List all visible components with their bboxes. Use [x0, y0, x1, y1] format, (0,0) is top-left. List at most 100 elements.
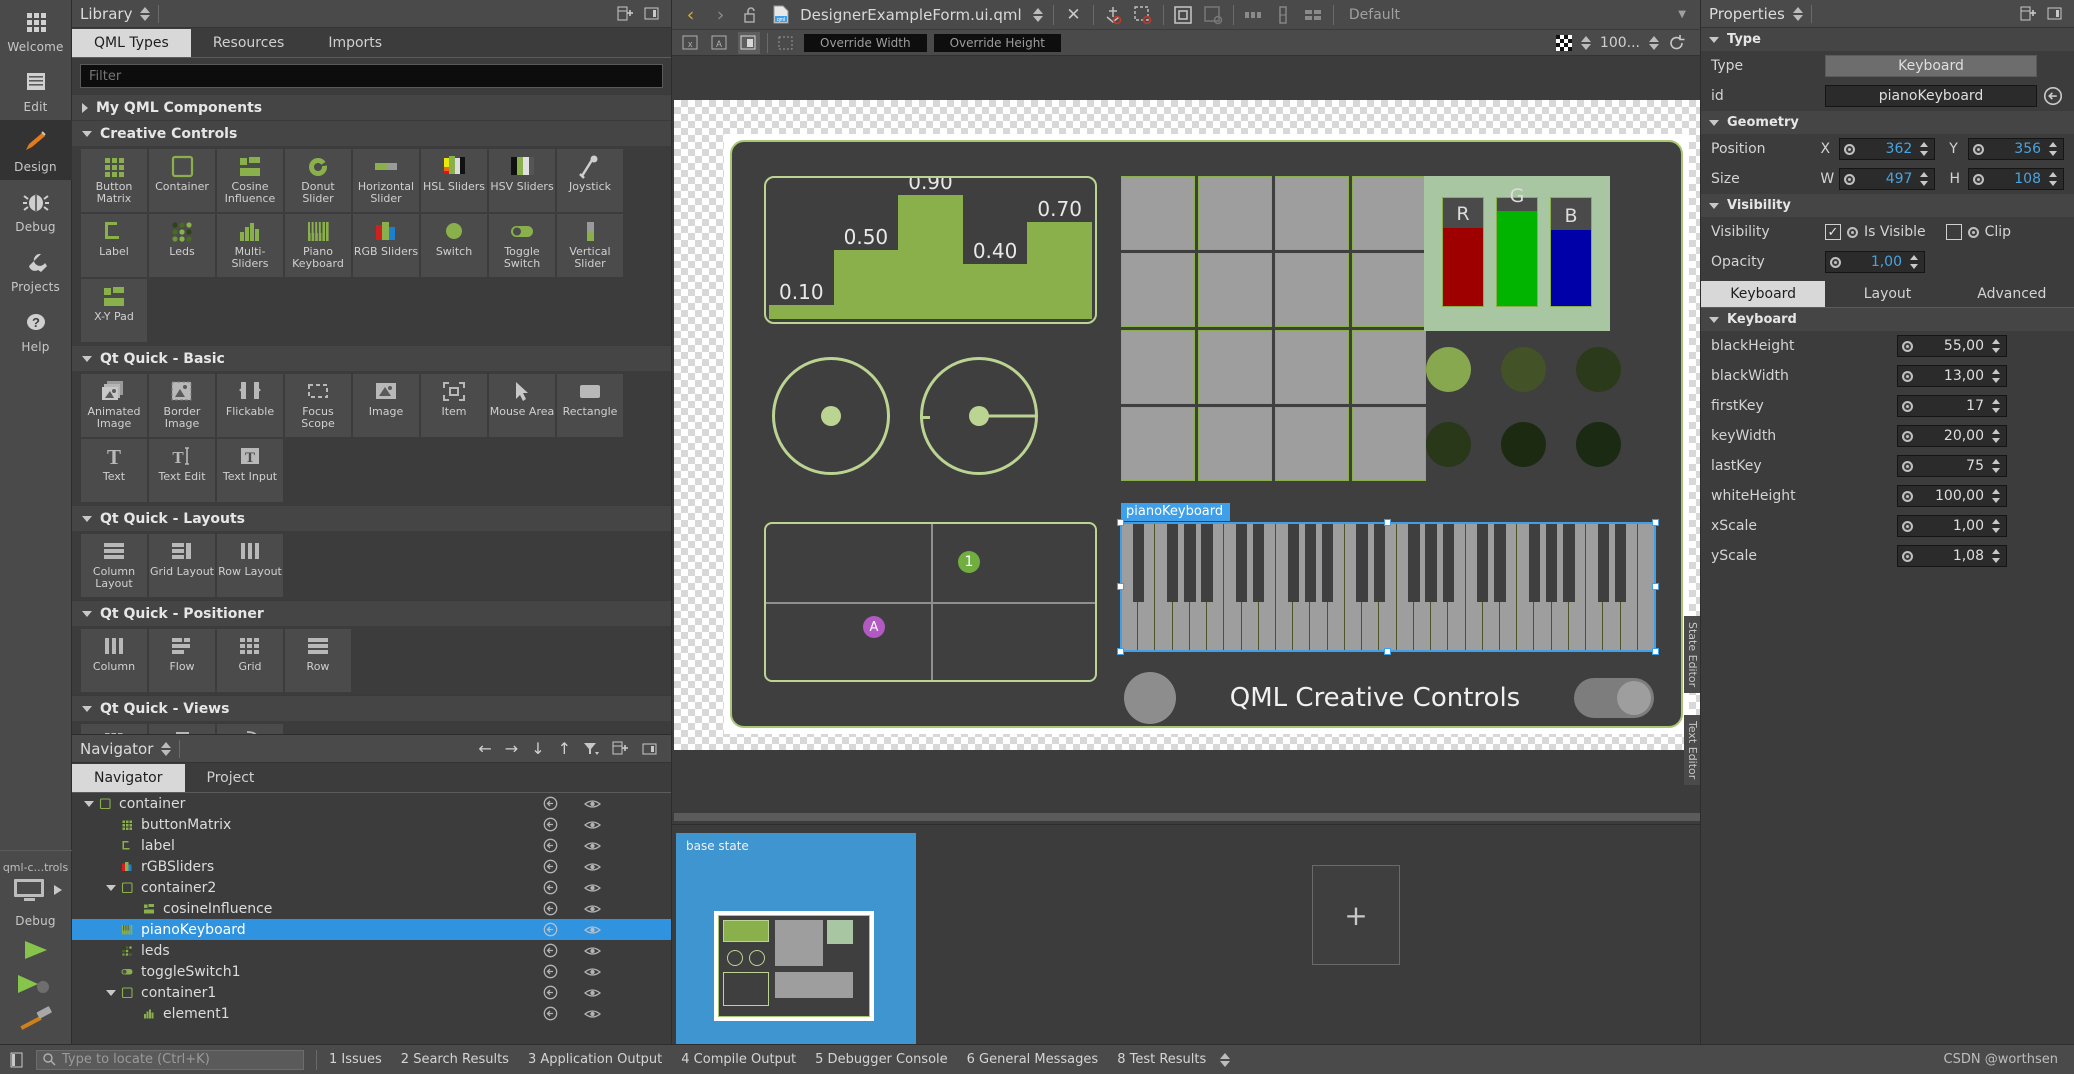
prop-tab-layout[interactable]: Layout [1825, 281, 1949, 307]
filter-icon[interactable] [584, 742, 599, 756]
tab-navigator[interactable]: Navigator [72, 764, 185, 792]
navigator-row-container1[interactable]: container1 [72, 982, 671, 1003]
mode-item-debug[interactable]: Debug [0, 180, 72, 240]
binding-indicator[interactable] [1902, 430, 1913, 442]
export-alias-icon[interactable] [543, 901, 558, 916]
library-item-row-layout[interactable]: Row Layout [217, 534, 283, 597]
filter-input[interactable] [80, 64, 663, 88]
zoom-down-icon[interactable] [1579, 35, 1593, 51]
round-knob-control[interactable] [1124, 672, 1176, 724]
binding-indicator[interactable] [1844, 143, 1855, 155]
library-item-column[interactable]: Column [81, 629, 147, 692]
library-item-grid[interactable]: Grid [217, 629, 283, 692]
status-item-4[interactable]: 5 Debugger Console [815, 1052, 948, 1067]
snapping-icon[interactable] [1133, 4, 1154, 26]
piano-black-key[interactable] [1201, 523, 1213, 603]
navigator-row-container[interactable]: container [72, 793, 671, 814]
piano-black-key[interactable] [1545, 523, 1558, 603]
library-item-hsl-sliders[interactable]: HSL Sliders [421, 149, 487, 212]
clip-checkbox[interactable] [1945, 224, 1962, 240]
xy-point-1[interactable]: 1 [958, 551, 980, 573]
xy-pad-widget[interactable]: 1 A [764, 522, 1097, 682]
mode-item-design[interactable]: Design [0, 120, 72, 180]
visibility-eye-icon[interactable] [584, 945, 601, 957]
spinner-icon[interactable] [1991, 458, 2002, 474]
export-alias-icon[interactable] [543, 796, 558, 811]
visibility-eye-icon[interactable] [584, 1008, 601, 1020]
library-item-button-matrix[interactable]: Button Matrix [81, 149, 147, 212]
led-0[interactable] [1426, 347, 1471, 392]
binding-indicator[interactable] [1902, 520, 1913, 532]
piano-black-key[interactable] [1304, 523, 1317, 603]
rgb-slider-b[interactable]: B [1550, 197, 1592, 307]
piano-black-key[interactable] [1408, 523, 1420, 603]
spinner-icon[interactable] [2048, 171, 2059, 187]
library-item-leds[interactable]: Leds [149, 214, 215, 277]
multi-slider-widget[interactable]: 0.10 0.50 0.90 0.40 0.70 [764, 176, 1097, 324]
status-item-2[interactable]: 3 Application Output [528, 1052, 662, 1067]
library-item-horizontal-slider[interactable]: Horizontal Slider [353, 149, 419, 212]
override-height-button[interactable]: Override Height [933, 33, 1062, 52]
piano-black-key[interactable] [1235, 523, 1248, 603]
navigator-view-switch-icon[interactable] [159, 741, 173, 757]
show-anchors-icon[interactable]: A [709, 32, 731, 54]
align-center-icon[interactable] [1273, 4, 1294, 26]
field-lastkey[interactable]: 75 [1897, 455, 2007, 477]
form-canvas[interactable]: 0.10 0.50 0.90 0.40 0.70 1 A R G B piano… [672, 56, 1700, 824]
library-item-flow[interactable]: Flow [149, 629, 215, 692]
visibility-eye-icon[interactable] [584, 861, 601, 873]
property-group-visibility[interactable]: Visibility [1701, 194, 2074, 217]
multi-slider-bar-4[interactable]: 0.70 [1027, 197, 1092, 319]
add-pane-icon[interactable] [2020, 6, 2037, 22]
export-alias-icon[interactable] [543, 985, 558, 1000]
spinner-icon[interactable] [1991, 428, 2002, 444]
binding-indicator[interactable] [1830, 256, 1841, 268]
visibility-eye-icon[interactable] [584, 819, 601, 831]
reset-zoom-icon[interactable] [1668, 34, 1686, 52]
library-item-item[interactable]: Item [421, 374, 487, 437]
piano-black-key[interactable] [1442, 523, 1454, 603]
build-hammer-icon[interactable] [17, 1006, 55, 1030]
library-item-container[interactable]: Container [149, 149, 215, 212]
mode-item-help[interactable]: ? Help [0, 300, 72, 360]
binding-indicator[interactable] [1972, 173, 1984, 185]
status-item-3[interactable]: 4 Compile Output [681, 1052, 796, 1067]
library-item-text-edit[interactable]: T Text Edit [149, 439, 215, 502]
align-left-icon[interactable] [1243, 4, 1264, 26]
library-item-path-view[interactable]: Path View [217, 724, 283, 734]
file-dropdown-icon[interactable] [1031, 7, 1044, 23]
collapse-pane-icon[interactable] [2047, 6, 2062, 21]
vtab-state-editor[interactable]: State Editor [1684, 616, 1700, 694]
library-item-switch[interactable]: Switch [421, 214, 487, 277]
show-x-icon[interactable]: x [680, 32, 702, 54]
control-panel-container[interactable]: 0.10 0.50 0.90 0.40 0.70 1 A R G B piano… [730, 140, 1683, 728]
library-section-5[interactable]: Qt Quick - Views [72, 695, 671, 721]
property-group-geometry[interactable]: Geometry [1701, 111, 2074, 134]
library-item-vertical-slider[interactable]: Vertical Slider [557, 214, 623, 277]
library-section-3[interactable]: Qt Quick - Layouts [72, 505, 671, 531]
tab-resources[interactable]: Resources [191, 29, 307, 57]
button-matrix-cell[interactable] [1121, 176, 1195, 250]
field-yscale[interactable]: 1,08 [1897, 545, 2007, 567]
zoom-up-icon[interactable] [1647, 35, 1661, 51]
button-matrix-cell[interactable] [1121, 253, 1195, 327]
field-x[interactable]: 362 [1839, 138, 1936, 160]
visibility-eye-icon[interactable] [584, 903, 601, 915]
multi-slider-bar-0[interactable]: 0.10 [769, 280, 834, 319]
binding-indicator[interactable] [1902, 460, 1913, 472]
chevron-left-icon[interactable]: ‹ [680, 4, 701, 26]
visibility-eye-icon[interactable] [584, 987, 601, 999]
library-item-grid-layout[interactable]: Grid Layout [149, 534, 215, 597]
library-section-4[interactable]: Qt Quick - Positioner [72, 600, 671, 626]
arrow-left-icon[interactable]: ← [478, 739, 491, 758]
chevron-right-icon[interactable]: › [710, 4, 731, 26]
button-matrix-cell[interactable] [1121, 330, 1195, 404]
spinner-icon[interactable] [1919, 141, 1930, 157]
multi-slider-bar-3[interactable]: 0.40 [962, 239, 1028, 319]
library-item-mouse-area[interactable]: Mouse Area [489, 374, 555, 437]
piano-black-key[interactable] [1184, 523, 1196, 603]
tab-qml-types[interactable]: QML Types [72, 29, 191, 57]
multi-slider-bar-2[interactable]: 0.90 [898, 178, 963, 319]
navigator-row-element1[interactable]: element1 [72, 1003, 671, 1024]
button-matrix-widget[interactable] [1121, 176, 1426, 481]
